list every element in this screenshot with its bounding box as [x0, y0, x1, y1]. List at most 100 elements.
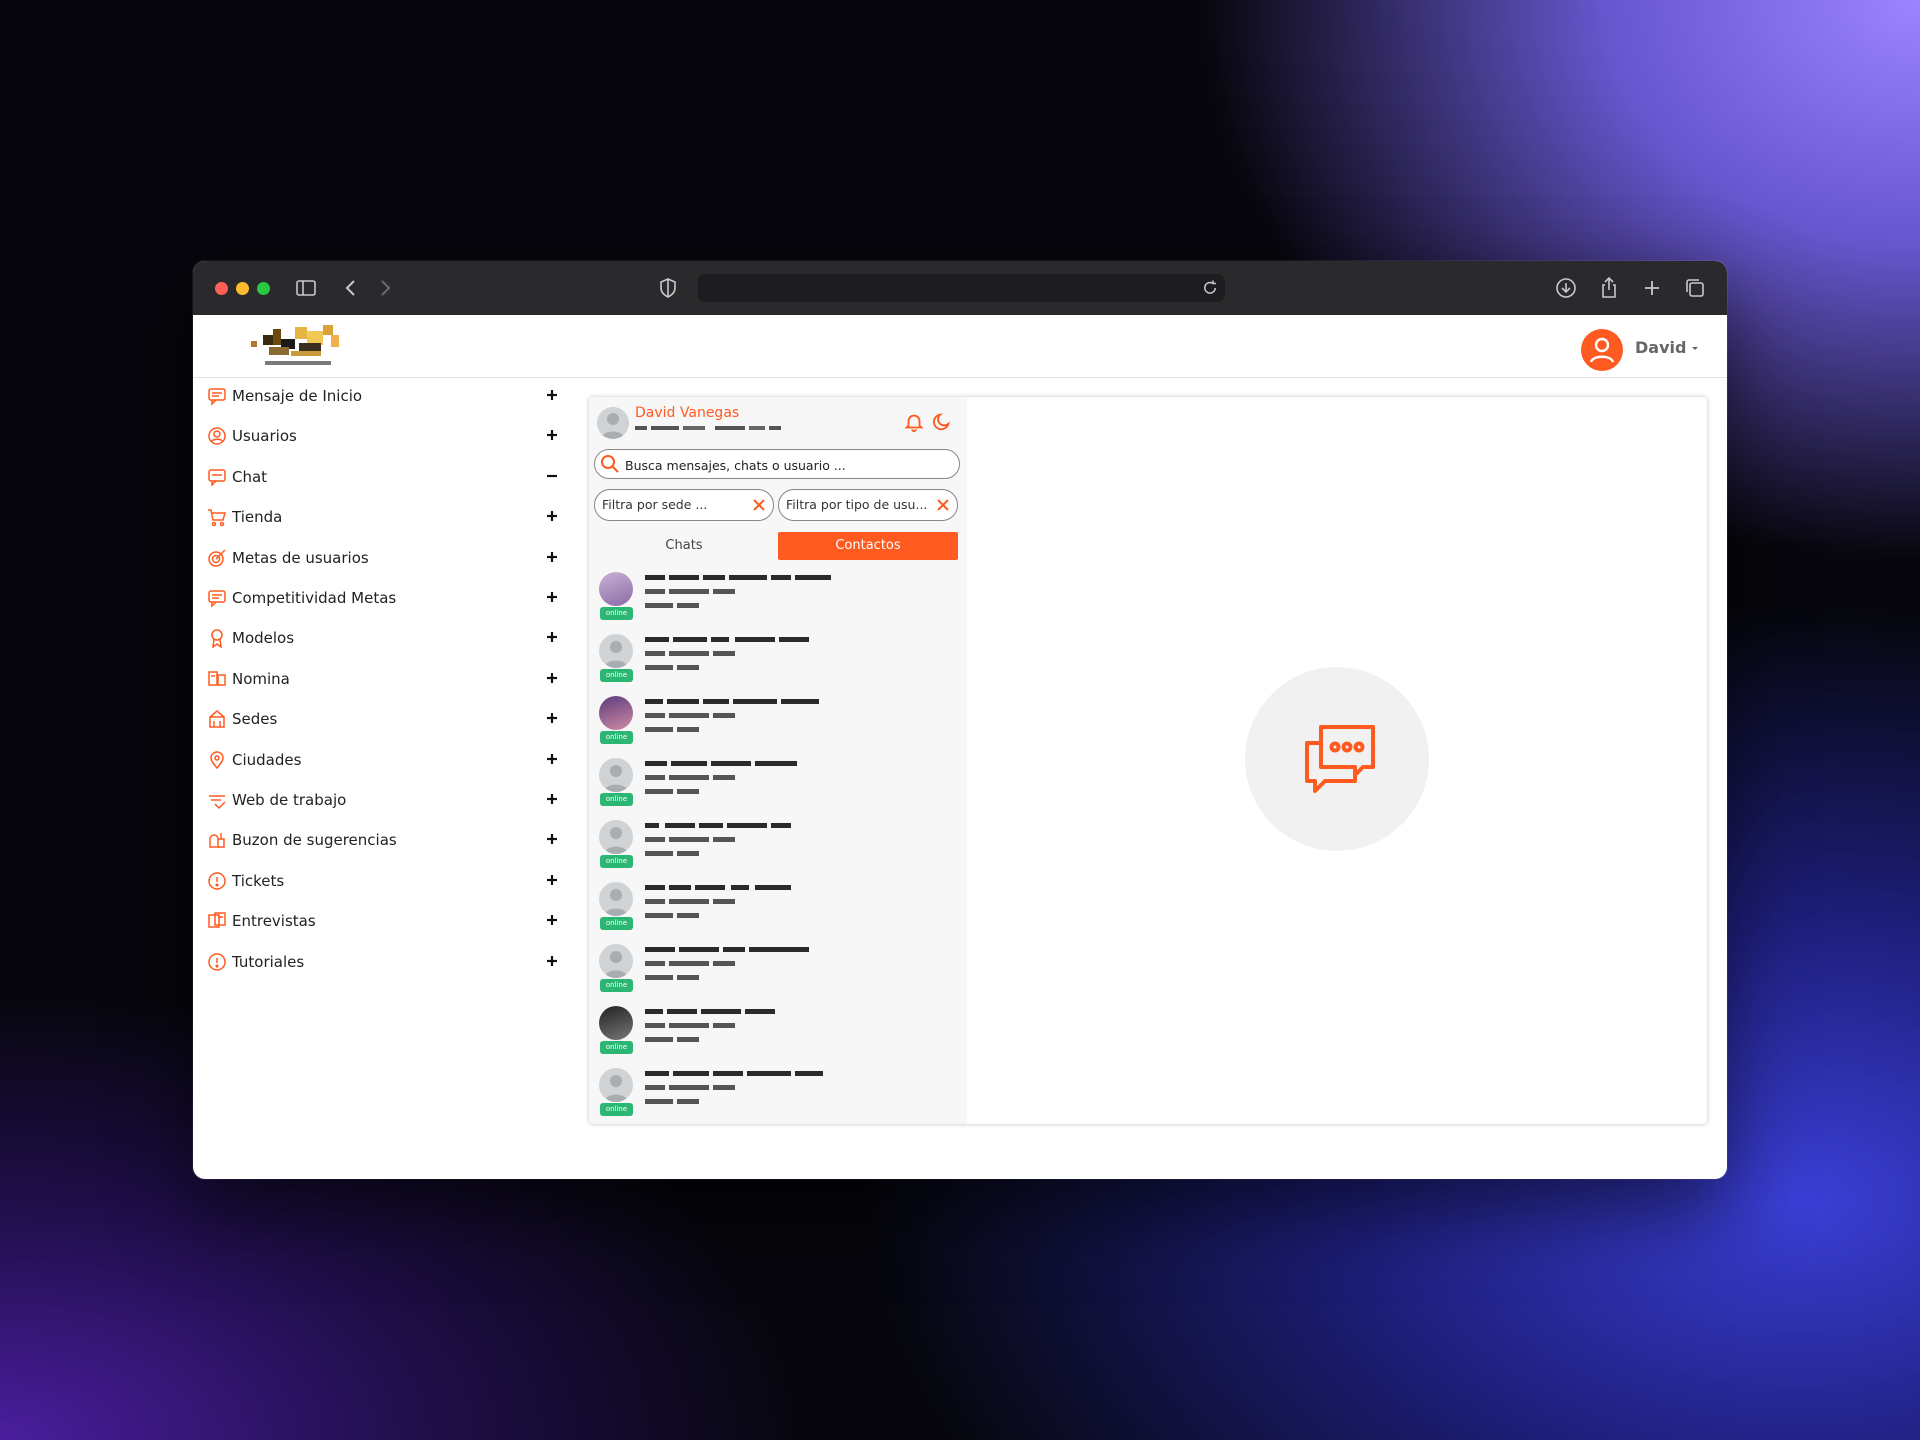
sidebar-item-tienda[interactable]: Tienda: [205, 498, 565, 538]
contact-blurred-text: [645, 851, 699, 856]
user-icon: [601, 413, 625, 439]
sidebar-item-label: Chat: [232, 467, 268, 486]
online-badge: online: [600, 917, 633, 930]
user-avatar[interactable]: [1581, 329, 1623, 371]
expand-icon[interactable]: [545, 509, 559, 523]
company-logo[interactable]: [243, 321, 353, 373]
address-bar[interactable]: [698, 274, 1225, 302]
contact-avatar: [599, 882, 633, 916]
contact-blurred-text: [645, 899, 735, 904]
user-name[interactable]: David: [1635, 338, 1686, 357]
search-input[interactable]: [623, 454, 947, 476]
contact-blurred-text: [645, 961, 735, 966]
filter-tipo-usuario[interactable]: Filtra por tipo de usu...: [778, 489, 958, 521]
contact-blurred-text: [645, 1099, 699, 1104]
contact-avatar: [599, 944, 633, 978]
close-window-button[interactable]: [215, 282, 228, 295]
contact-blurred-text: [645, 637, 809, 642]
new-tab-icon[interactable]: [1640, 276, 1664, 300]
expand-icon[interactable]: [545, 428, 559, 442]
contact-blurred-text: [645, 775, 735, 780]
minimize-window-button[interactable]: [236, 282, 249, 295]
collapse-icon[interactable]: [545, 469, 559, 483]
current-user-avatar[interactable]: [597, 407, 629, 439]
sidebar-item-tickets[interactable]: Tickets: [205, 862, 565, 902]
contact-list-item[interactable]: online: [589, 940, 967, 1002]
bell-icon[interactable]: [903, 411, 925, 433]
expand-icon[interactable]: [545, 550, 559, 564]
contact-list-item[interactable]: online: [589, 878, 967, 940]
online-badge: online: [600, 731, 633, 744]
sidebar-toggle-icon[interactable]: [294, 276, 318, 300]
chevron-down-icon[interactable]: [1689, 339, 1701, 357]
current-user-status-blurred: [635, 426, 781, 430]
contact-blurred-text: [645, 885, 791, 890]
browser-titlebar: [193, 261, 1727, 315]
sidebar-item-entrevistas[interactable]: Entrevistas: [205, 902, 565, 942]
chat-panel: David Vanegas Filtra por sede ... Filtra…: [589, 397, 1707, 1124]
contact-blurred-text: [645, 913, 699, 918]
maximize-window-button[interactable]: [257, 282, 270, 295]
search-icon: [601, 455, 619, 473]
expand-icon[interactable]: [545, 832, 559, 846]
moon-icon[interactable]: [930, 411, 952, 433]
sidebar-item-sedes[interactable]: Sedes: [205, 700, 565, 740]
contact-blurred-text: [645, 1085, 735, 1090]
sidebar-item-label: Web de trabajo: [232, 791, 347, 809]
search-bar[interactable]: [594, 449, 960, 479]
clear-filter-icon[interactable]: [935, 497, 951, 513]
sidebar-item-metas-de-usuarios[interactable]: Metas de usuarios: [205, 539, 565, 579]
contact-list-item[interactable]: online: [589, 1002, 967, 1064]
expand-icon[interactable]: [545, 630, 559, 644]
contact-list-item[interactable]: online: [589, 568, 967, 630]
medal-icon: [211, 629, 223, 649]
expand-icon[interactable]: [545, 792, 559, 806]
contact-blurred-text: [645, 975, 699, 980]
download-icon[interactable]: [1554, 276, 1578, 300]
contact-list-item[interactable]: online: [589, 754, 967, 816]
sidebar-item-nomina[interactable]: Nomina: [205, 660, 565, 700]
contact-avatar: [599, 820, 633, 854]
alert-circle-icon: [208, 872, 226, 890]
reload-icon[interactable]: [1201, 279, 1219, 297]
contact-list-item[interactable]: online: [589, 630, 967, 692]
sidebar-item-web-de-trabajo[interactable]: Web de trabajo: [205, 781, 565, 821]
back-icon[interactable]: [339, 276, 363, 300]
contact-list-item[interactable]: online: [589, 692, 967, 754]
expand-icon[interactable]: [545, 752, 559, 766]
expand-icon[interactable]: [545, 711, 559, 725]
clear-filter-icon[interactable]: [751, 497, 767, 513]
message-square-icon: [208, 388, 226, 406]
sidebar-item-competitividad-metas[interactable]: Competitividad Metas: [205, 579, 565, 619]
sidebar-item-chat[interactable]: Chat: [205, 458, 565, 498]
shield-icon[interactable]: [656, 276, 680, 300]
user-circle-icon: [208, 427, 226, 446]
expand-icon[interactable]: [545, 671, 559, 685]
online-badge: online: [600, 855, 633, 868]
expand-icon[interactable]: [545, 913, 559, 927]
web-icon: [209, 795, 226, 810]
share-icon[interactable]: [1597, 276, 1621, 300]
contact-blurred-text: [645, 665, 699, 670]
tab-overview-icon[interactable]: [1683, 276, 1707, 300]
sidebar-item-label: Tickets: [232, 871, 285, 890]
tab-chats[interactable]: Chats: [594, 532, 774, 560]
contact-list-item[interactable]: online: [589, 1064, 967, 1124]
filter-sede[interactable]: Filtra por sede ...: [594, 489, 774, 521]
forward-icon[interactable]: [373, 276, 397, 300]
sidebar-item-buzon-de-sugerencias[interactable]: Buzon de sugerencias: [205, 821, 565, 861]
contact-avatar: [599, 634, 633, 668]
expand-icon[interactable]: [545, 388, 559, 402]
expand-icon[interactable]: [545, 954, 559, 968]
sidebar-item-usuarios[interactable]: Usuarios: [205, 417, 565, 457]
interview-icon: [208, 912, 226, 928]
sidebar-item-modelos[interactable]: Modelos: [205, 619, 565, 659]
expand-icon[interactable]: [545, 590, 559, 604]
sidebar-item-mensaje-de-inicio[interactable]: Mensaje de Inicio: [205, 377, 565, 417]
expand-icon[interactable]: [545, 873, 559, 887]
sidebar-item-tutoriales[interactable]: Tutoriales: [205, 943, 565, 983]
sidebar-item-ciudades[interactable]: Ciudades: [205, 741, 565, 781]
sidebar-item-label: Mensaje de Inicio: [232, 387, 363, 405]
tab-contactos[interactable]: Contactos: [778, 532, 958, 560]
contact-list-item[interactable]: online: [589, 816, 967, 878]
